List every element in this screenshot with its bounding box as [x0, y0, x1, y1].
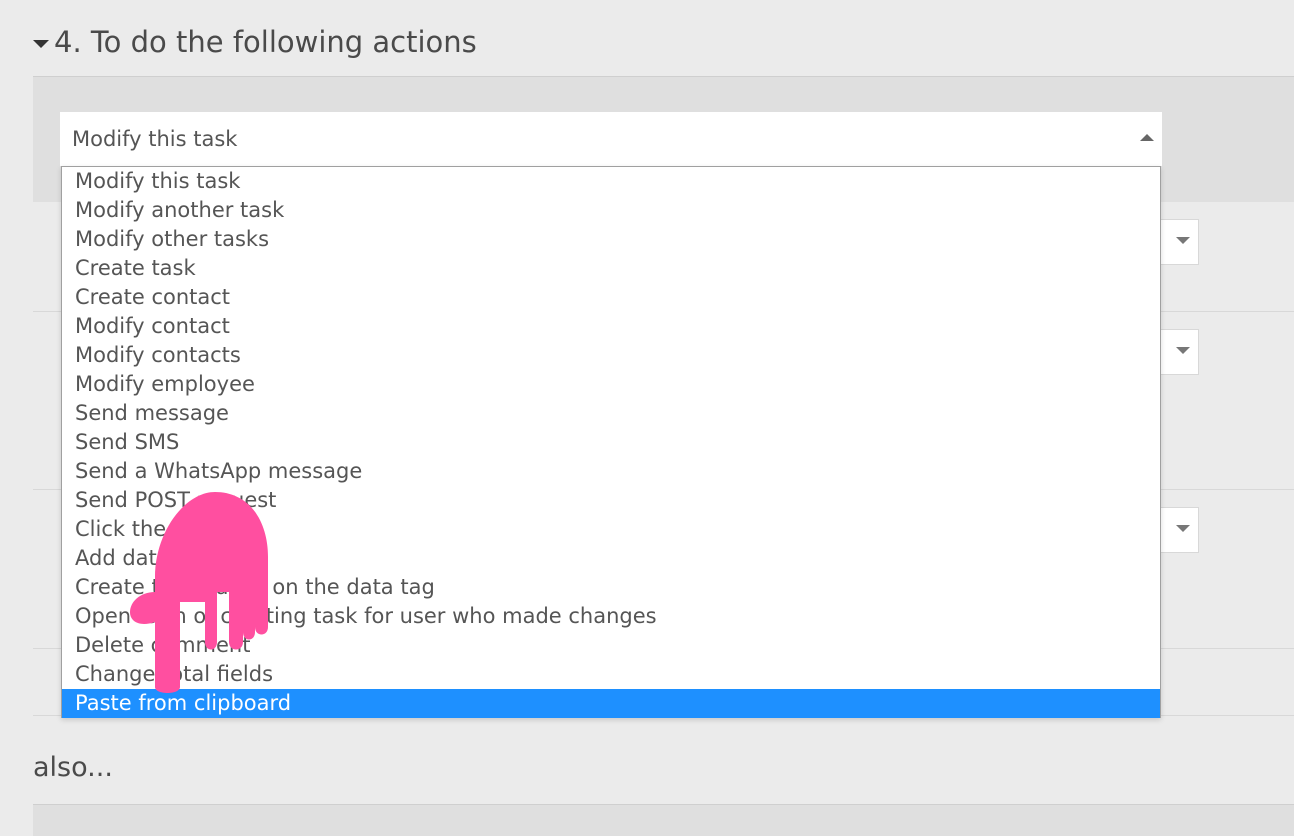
- option-send-sms[interactable]: Send SMS: [62, 428, 1160, 457]
- option-modify-another-task[interactable]: Modify another task: [62, 196, 1160, 225]
- action-select[interactable]: Modify this task: [60, 112, 1162, 166]
- option-modify-employee[interactable]: Modify employee: [62, 370, 1160, 399]
- section-title: 4. To do the following actions: [54, 25, 477, 59]
- hand-pointer-icon: [130, 492, 268, 693]
- chevron-down-icon: [1176, 525, 1190, 532]
- option-send-message[interactable]: Send message: [62, 399, 1160, 428]
- option-modify-other-tasks[interactable]: Modify other tasks: [62, 225, 1160, 254]
- option-create-contact[interactable]: Create contact: [62, 283, 1160, 312]
- chevron-down-icon: [1176, 347, 1190, 354]
- caret-up-icon: [1140, 134, 1154, 141]
- caret-down-icon[interactable]: [33, 40, 49, 48]
- chevron-down-icon: [1176, 237, 1190, 244]
- option-modify-contact[interactable]: Modify contact: [62, 312, 1160, 341]
- option-modify-contacts[interactable]: Modify contacts: [62, 341, 1160, 370]
- section-header[interactable]: 4. To do the following actions: [33, 22, 477, 62]
- also-panel: [33, 805, 1294, 836]
- option-create-task[interactable]: Create task: [62, 254, 1160, 283]
- option-modify-this-task[interactable]: Modify this task: [62, 167, 1160, 196]
- also-label: also...: [33, 752, 113, 783]
- action-select-value: Modify this task: [72, 127, 238, 151]
- option-send-whatsapp[interactable]: Send a WhatsApp message: [62, 457, 1160, 486]
